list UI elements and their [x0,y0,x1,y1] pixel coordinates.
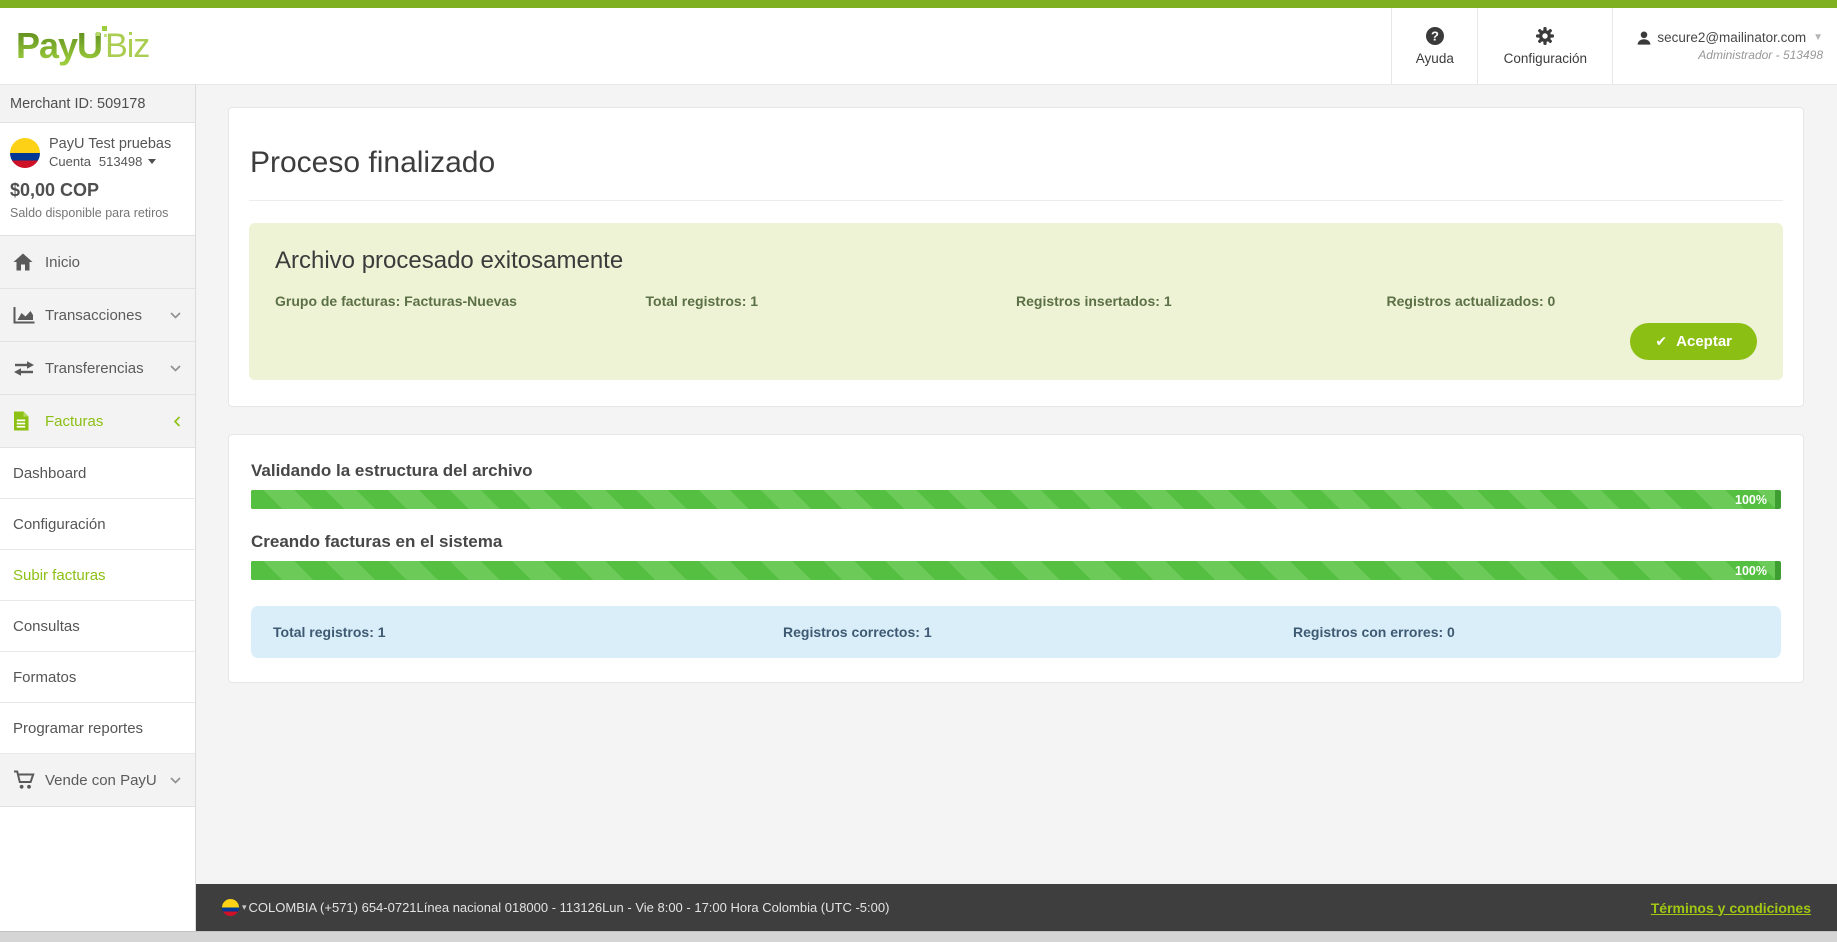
chevron-down-icon [170,311,181,319]
progress-label: Validando la estructura del archivo [251,461,533,480]
progress-bar-fill [251,490,1775,509]
progress-percentage: 100% [1735,563,1767,578]
success-message: Archivo procesado exitosamente [275,247,624,274]
title-divider [249,200,1783,201]
progress-bar-validation: 100% [251,490,1781,509]
top-green-bar [0,0,1837,8]
account-prefix: Cuenta [49,154,91,169]
terms-link[interactable]: Términos y condiciones [1651,900,1811,916]
payu-biz-logo[interactable]: PayU Biz [0,8,150,84]
sidebar-item-consultas[interactable]: Consultas [0,601,195,652]
invoice-icon [13,411,39,431]
help-label: Ayuda [1415,51,1454,66]
summary-registros-correctos: Registros correctos: 1 [783,624,932,640]
settings-button[interactable]: Configuración [1477,8,1614,84]
main-content: Proceso finalizado Archivo procesado exi… [196,85,1837,884]
colombia-flag-icon [10,137,40,168]
sidebar-item-formatos[interactable]: Formatos [0,652,195,703]
check-icon: ✔ [1655,333,1668,349]
header-right-menu: ? Ayuda Configuración secure2@mailinator… [1391,8,1837,84]
footer: ▾ COLOMBIA (+571) 654-0721 Línea naciona… [196,884,1837,931]
sidebar-item-subir-facturas[interactable]: Subir facturas [0,550,195,601]
sidebar-item-transacciones[interactable]: Transacciones [0,289,195,342]
footer-contact-phone: COLOMBIA (+571) 654-0721 [248,900,417,915]
question-circle-icon: ? [1425,26,1445,46]
chevron-down-icon [170,776,181,784]
sidebar-item-dashboard[interactable]: Dashboard [0,448,195,499]
chevron-down-icon: ▾ [242,902,247,912]
success-stats-row: Grupo de facturas: Facturas-Nuevas Total… [275,293,1757,309]
user-icon [1637,31,1651,45]
header: PayU Biz ? Ayuda Configuración secure2@m… [0,8,1837,85]
sidebar-filler [0,807,195,931]
balance-amount: $0,00 COP [10,180,100,200]
user-email: secure2@mailinator.com [1657,30,1807,45]
account-block: PayU Test pruebas Cuenta 513498 $0,00 CO… [0,123,195,236]
sidebar-item-inicio[interactable]: Inicio [0,236,195,289]
stat-registros-insertados: Registros insertados: 1 [1016,293,1172,309]
chart-icon [13,306,39,324]
success-panel: Archivo procesado exitosamente Grupo de … [249,223,1783,380]
progress-card: Validando la estructura del archivo 100%… [228,434,1804,683]
logo-pixels-decoration [96,26,110,38]
progress-section-creation: Creando facturas en el sistema 100% [251,532,1781,580]
progress-percentage: 100% [1735,492,1767,507]
page-title: Proceso finalizado [250,146,496,179]
bottom-scrollbar-strip[interactable] [0,931,1837,942]
account-number: 513498 [98,154,143,169]
payu-biz-app: PayU Biz ? Ayuda Configuración secure2@m… [0,0,1837,942]
transfer-icon [13,360,39,376]
sidebar-item-configuracion[interactable]: Configuración [0,499,195,550]
summary-registros-errores: Registros con errores: 0 [1293,624,1455,640]
account-selector[interactable]: Cuenta 513498 [49,154,171,169]
settings-label: Configuración [1503,51,1587,66]
progress-section-validation: Validando la estructura del archivo 100% [251,461,1781,509]
stat-grupo-facturas: Grupo de facturas: Facturas-Nuevas [275,293,517,309]
chevron-down-icon [170,364,181,372]
cart-icon [13,770,39,790]
sidebar-item-programar-reportes[interactable]: Programar reportes [0,703,195,754]
stat-total-registros: Total registros: 1 [645,293,759,309]
logo-payu-text: PayU [16,25,103,66]
chevron-down-icon [148,159,157,164]
sidebar-item-facturas[interactable]: Facturas [0,395,195,448]
accept-button[interactable]: ✔ Aceptar [1630,323,1757,360]
gear-icon [1535,26,1555,46]
sidebar-item-transferencias[interactable]: Transferencias [0,342,195,395]
summary-total-registros: Total registros: 1 [273,624,386,640]
user-menu[interactable]: secure2@mailinator.com ▼ Administrador -… [1613,8,1837,84]
sidebar-item-vende-con-payu[interactable]: Vende con PayU [0,754,195,807]
logo-biz-text: Biz [105,26,150,65]
account-name: PayU Test pruebas [49,136,172,152]
svg-text:?: ? [1431,29,1439,44]
user-role: Administrador - 513498 [1698,48,1823,62]
help-button[interactable]: ? Ayuda [1391,8,1477,84]
home-icon [13,253,39,271]
colombia-flag-icon [222,899,239,916]
accept-label: Aceptar [1676,333,1732,350]
progress-label: Creando facturas en el sistema [251,532,503,551]
balance-caption: Saldo disponible para retiros [10,206,169,220]
progress-bar-creation: 100% [251,561,1781,580]
merchant-id: Merchant ID: 509178 [0,85,195,123]
stat-registros-actualizados: Registros actualizados: 0 [1386,293,1556,309]
process-result-card: Proceso finalizado Archivo procesado exi… [228,107,1804,407]
footer-national-line: Línea nacional 018000 - 113126 [416,900,603,915]
summary-bar: Total registros: 1 Registros correctos: … [251,606,1781,658]
chevron-left-icon [174,415,181,427]
progress-bar-fill [251,561,1775,580]
sidebar: Merchant ID: 509178 PayU Test pruebas Cu… [0,85,196,931]
chevron-down-icon: ▼ [1813,32,1823,43]
footer-hours: Lun - Vie 8:00 - 17:00 Hora Colombia (UT… [602,900,890,915]
